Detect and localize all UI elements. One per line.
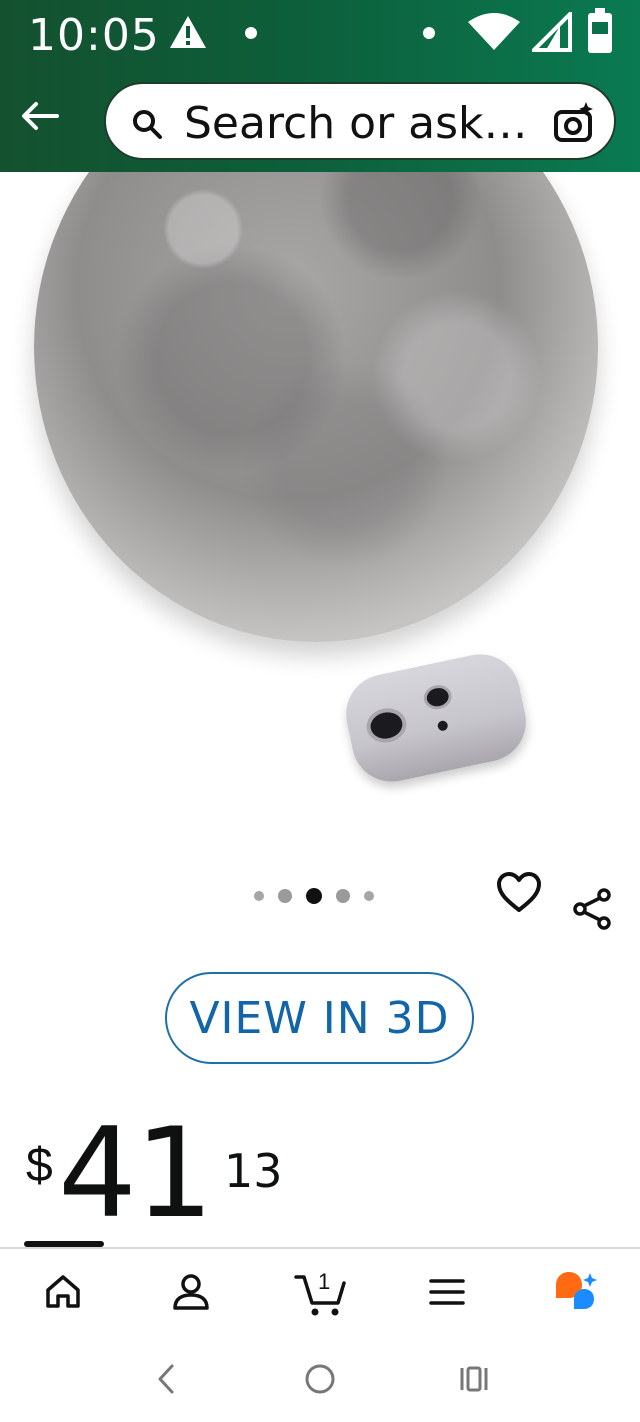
price-fraction: 13 <box>224 1144 283 1198</box>
system-back-icon <box>154 1362 178 1401</box>
menu-icon <box>427 1274 467 1315</box>
rufus-icon <box>550 1269 600 1320</box>
cart-icon: 1 <box>294 1269 348 1319</box>
carousel-dot[interactable] <box>254 891 264 901</box>
dot-icon <box>244 26 258 45</box>
status-bar: 10:05 <box>0 0 640 70</box>
status-time: 10:05 <box>28 10 160 61</box>
price-whole: 41 <box>58 1102 214 1246</box>
battery-icon <box>586 8 614 59</box>
carousel-dot[interactable] <box>278 889 292 903</box>
image-carousel-dots[interactable] <box>254 886 374 906</box>
home-icon <box>43 1272 83 1317</box>
system-recents-icon <box>457 1362 491 1401</box>
view-in-3d-button[interactable]: VIEW IN 3D <box>165 972 474 1064</box>
nav-menu[interactable] <box>422 1269 472 1319</box>
carousel-dot-active[interactable] <box>306 888 322 904</box>
search-placeholder: Search or ask… <box>184 98 528 149</box>
person-icon <box>171 1272 211 1317</box>
share-button[interactable] <box>570 886 616 932</box>
price-symbol: $ <box>26 1139 53 1192</box>
alert-icon <box>168 14 208 55</box>
search-input[interactable]: Search or ask… <box>104 82 616 160</box>
system-nav-bar <box>0 1337 640 1422</box>
system-home-icon <box>303 1362 337 1401</box>
cart-count: 1 <box>318 1269 331 1294</box>
carousel-dot[interactable] <box>364 891 374 901</box>
nav-home[interactable] <box>38 1269 88 1319</box>
dot-icon <box>422 26 436 45</box>
search-icon <box>130 107 164 146</box>
carousel-dot[interactable] <box>336 889 350 903</box>
wishlist-button[interactable] <box>496 872 542 918</box>
system-back-button[interactable] <box>144 1359 188 1403</box>
system-home-button[interactable] <box>298 1359 342 1403</box>
back-button[interactable] <box>18 96 62 140</box>
camera-icon[interactable] <box>552 100 596 149</box>
nav-assistant[interactable] <box>550 1269 600 1319</box>
remote-control-image <box>338 646 534 790</box>
app-header: 10:05 Search or ask… <box>0 0 640 172</box>
heart-icon <box>496 872 542 918</box>
bottom-nav: 1 <box>0 1241 640 1337</box>
system-recents-button[interactable] <box>452 1359 496 1403</box>
back-arrow-icon <box>21 101 59 136</box>
wifi-icon <box>466 12 522 57</box>
nav-cart[interactable]: 1 <box>294 1269 348 1319</box>
nav-account[interactable] <box>166 1269 216 1319</box>
moon-lamp-image <box>34 172 598 642</box>
product-image[interactable] <box>0 172 640 852</box>
signal-icon <box>529 9 572 57</box>
share-icon <box>570 888 616 936</box>
active-tab-indicator <box>24 1241 104 1247</box>
